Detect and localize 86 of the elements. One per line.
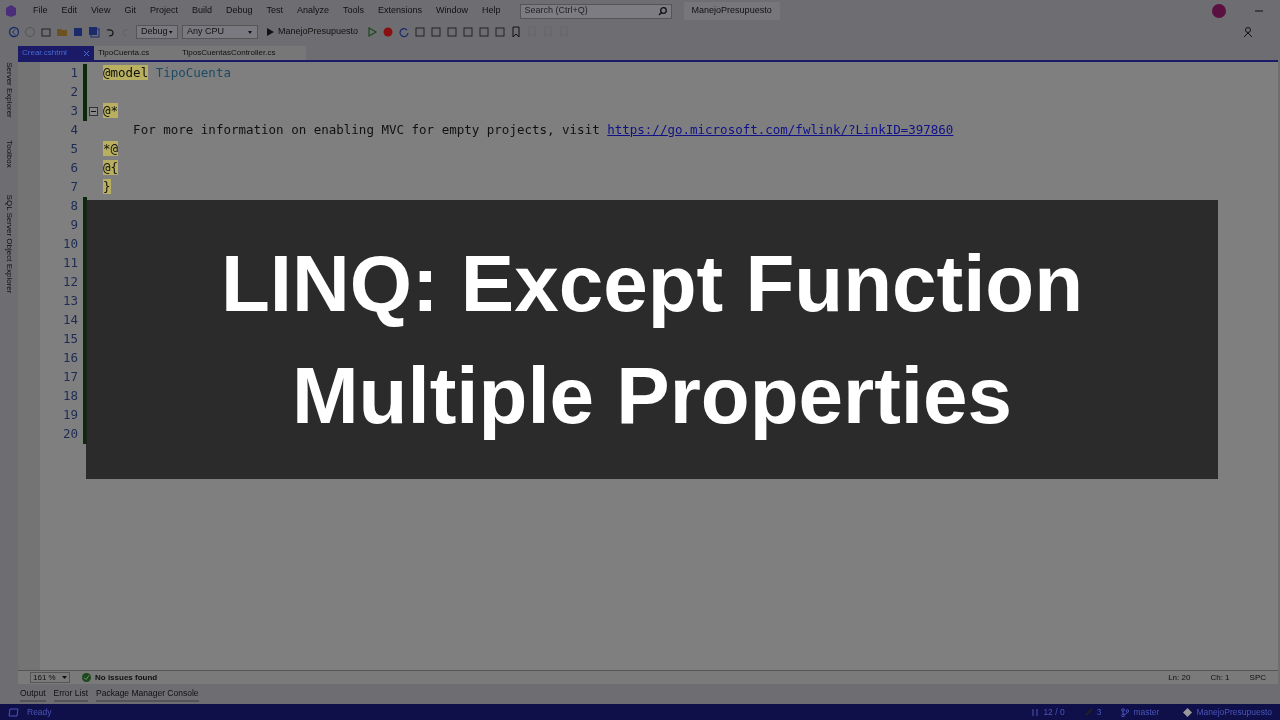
back-icon[interactable] (8, 26, 20, 38)
configuration-dropdown[interactable]: Debug (136, 25, 178, 39)
play-icon[interactable] (266, 28, 274, 36)
line-number: 3 (69, 102, 78, 121)
menu-item[interactable]: Edit (54, 4, 85, 18)
save-all-icon[interactable] (88, 26, 100, 38)
line-indicator: Ln: 20 (1168, 671, 1191, 684)
caret-icon[interactable] (62, 675, 67, 680)
ready-icon[interactable] (8, 707, 19, 717)
forward-icon[interactable] (24, 26, 36, 38)
line-number: 6 (69, 159, 78, 178)
platform-dropdown[interactable]: Any CPU (182, 25, 258, 39)
menu-item[interactable]: Test (259, 4, 290, 18)
whitespace-indicator: SPC (1249, 671, 1266, 684)
line-number: 9 (69, 216, 78, 235)
hot-reload-icon[interactable] (382, 26, 395, 38)
branch-indicator[interactable]: master (1121, 705, 1160, 719)
search-field[interactable]: Search (Ctrl+Q) (519, 3, 672, 19)
line-number: 13 (61, 292, 78, 311)
caret-icon[interactable] (167, 29, 173, 35)
branch-icon[interactable] (1121, 707, 1130, 717)
line-number: 14 (61, 311, 78, 330)
line-number: 18 (61, 387, 78, 406)
line-number: 16 (61, 349, 78, 368)
app-logo-icon[interactable] (4, 4, 18, 18)
zoom-dropdown[interactable]: 161 % (30, 672, 70, 683)
search-icon[interactable] (657, 6, 667, 16)
menu-item[interactable]: Git (117, 4, 143, 18)
line-number: 15 (61, 330, 78, 349)
file-tab[interactable]: TipoCuenta.cs (93, 46, 178, 60)
check-circle-icon[interactable] (82, 673, 91, 682)
issues-status: No issues found (95, 671, 158, 684)
panel-tab[interactable]: Package Manager Console (96, 686, 199, 702)
refresh-icon[interactable] (398, 26, 411, 38)
code-line: For more information on enabling MVC for empty projects, visit https://go.microsoft.com/fwlink/?LinkID=397860 (132, 121, 954, 140)
run-button[interactable]: ManejoPresupuesto (262, 25, 363, 39)
start-without-debugging-icon[interactable] (366, 26, 379, 38)
line-number: 10 (61, 235, 78, 254)
collapse-icon[interactable] (89, 107, 98, 116)
menu-item[interactable]: View (84, 4, 118, 18)
account-avatar[interactable] (1212, 4, 1226, 18)
file-tab[interactable]: Crear.cshtml (18, 46, 94, 60)
repository-indicator[interactable]: ManejoPresupuesto (1183, 705, 1272, 719)
title-text: LINQ: Except Function (220, 237, 1084, 330)
file-tab[interactable]: TiposCuentasController.cs (177, 46, 306, 60)
menu-item[interactable]: Window (429, 4, 476, 18)
menu-item[interactable]: File (26, 4, 55, 18)
changes-indicator[interactable]: 12 / 0 (1031, 705, 1065, 719)
save-icon[interactable] (72, 26, 84, 38)
panel-tab[interactable]: Output (20, 686, 46, 702)
line-number: 12 (61, 273, 78, 292)
panel-tab[interactable]: Error List (53, 686, 88, 702)
line-number: 8 (69, 197, 78, 216)
title-text: Multiple Properties (291, 349, 1013, 442)
code-line: @model TipoCuenta (103, 64, 231, 83)
menu-item[interactable]: Tools (336, 4, 372, 18)
line-number: 11 (61, 254, 78, 273)
column-indicator: Ch: 1 (1210, 671, 1230, 684)
close-icon[interactable] (82, 49, 90, 57)
menu-item[interactable]: Project (142, 4, 185, 18)
feedback-icon[interactable] (1242, 26, 1254, 38)
bookmark-icon[interactable] (510, 26, 523, 38)
menu-item[interactable]: Build (184, 4, 219, 18)
line-number: 19 (61, 406, 78, 425)
line-number: 5 (69, 140, 78, 159)
menu-item[interactable]: Analyze (290, 4, 336, 18)
tool-window-tab[interactable]: Toolbox (3, 140, 15, 168)
undo-icon[interactable] (104, 26, 116, 38)
tool-window-tab[interactable]: SQL Server Object Explorer (3, 194, 15, 294)
solution-name: ManejoPresupuesto (683, 2, 780, 20)
git-icon[interactable] (1183, 707, 1193, 717)
line-number: 1 (69, 64, 78, 83)
folder-icon[interactable] (56, 26, 68, 38)
line-number: 4 (69, 121, 78, 140)
line-number: 2 (69, 83, 78, 102)
menu-item[interactable]: Extensions (371, 4, 430, 18)
menu-item[interactable]: Help (475, 4, 508, 18)
link[interactable]: https://go.microsoft.com/fwlink/?LinkID=397860 (607, 122, 954, 138)
caret-icon[interactable] (247, 29, 253, 35)
pending-edits-indicator[interactable]: 3 (1084, 705, 1102, 719)
tool-window-tab[interactable]: Server Explorer (3, 61, 15, 118)
line-number: 20 (61, 425, 78, 444)
line-number: 17 (61, 368, 78, 387)
menu-item[interactable]: Debug (218, 4, 260, 18)
status-text: Ready (27, 705, 52, 719)
line-number: 7 (69, 178, 78, 197)
